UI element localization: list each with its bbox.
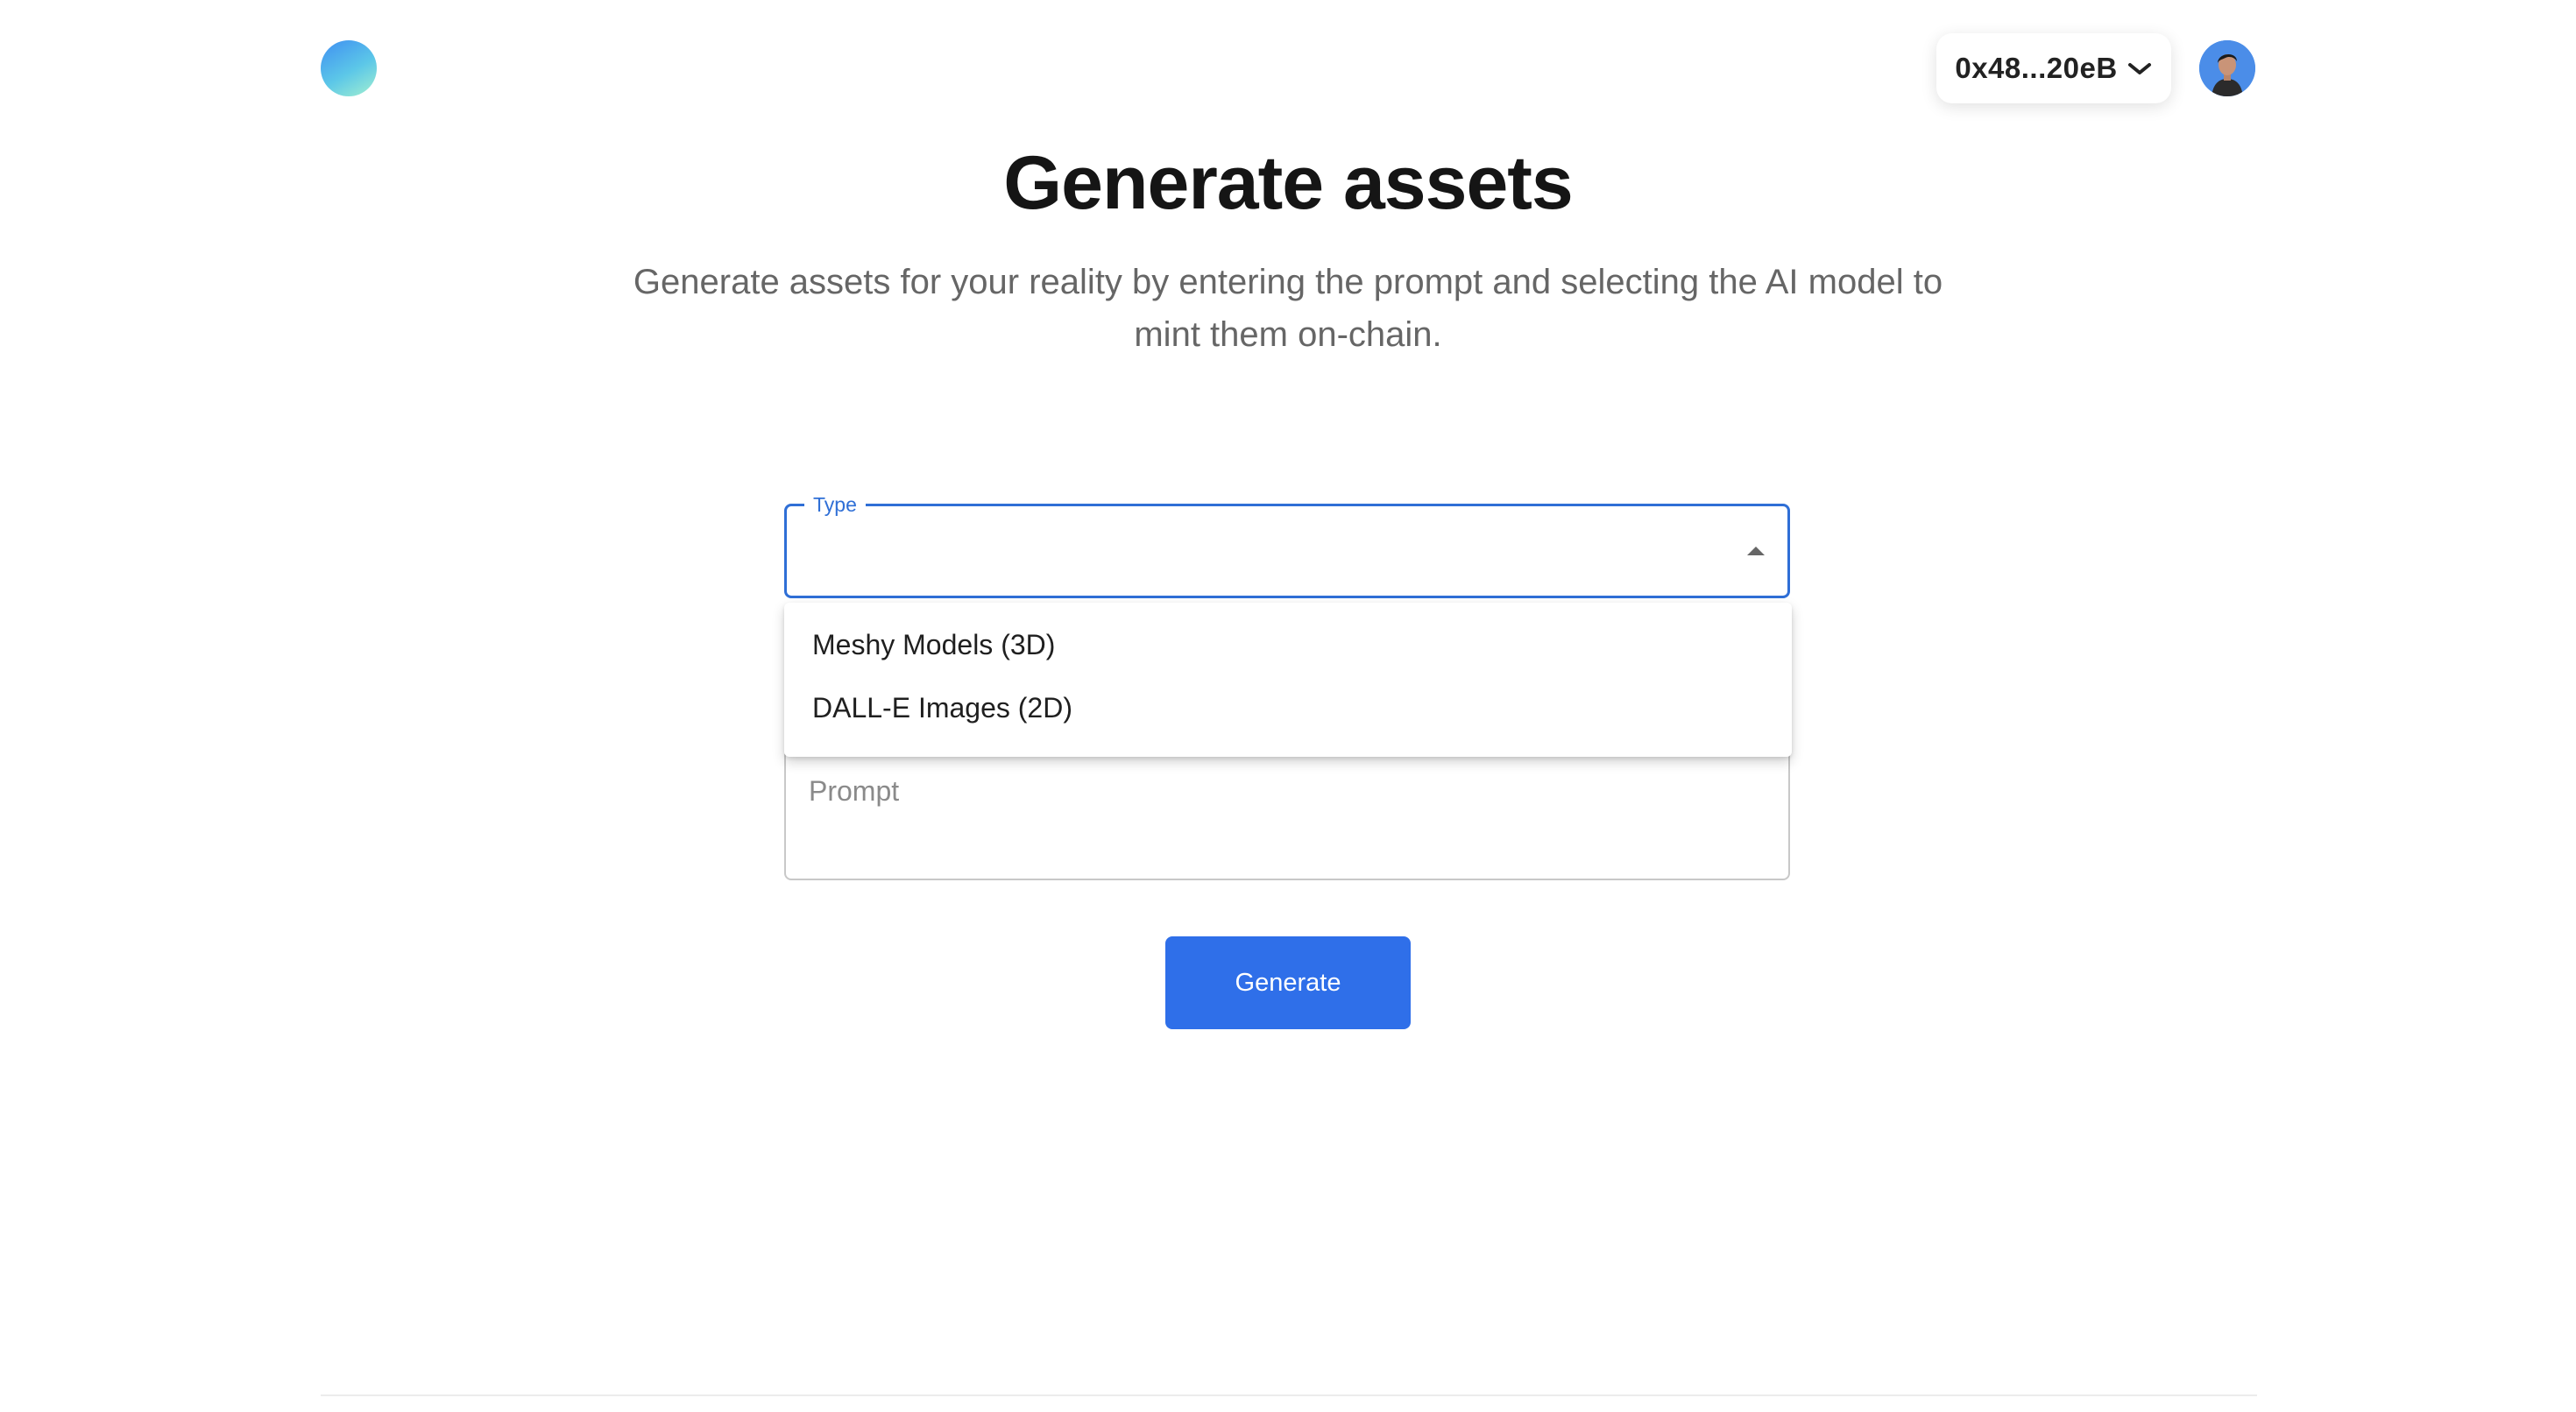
wallet-address: 0x48...20eB: [1955, 52, 2118, 84]
page: 0x48...20eB Generate assets Generate ass…: [0, 0, 2576, 1412]
menu-item-meshy-models[interactable]: Meshy Models (3D): [784, 613, 1792, 676]
prompt-input[interactable]: Prompt: [784, 749, 1790, 880]
user-avatar[interactable]: [2199, 40, 2255, 96]
logo-icon[interactable]: [321, 40, 377, 96]
avatar-portrait-icon: [2199, 40, 2255, 96]
generate-button[interactable]: Generate: [1165, 936, 1411, 1029]
type-select-label: Type: [804, 492, 866, 517]
type-dropdown-menu: Meshy Models (3D) DALL-E Images (2D): [784, 603, 1792, 757]
wallet-button[interactable]: 0x48...20eB: [1936, 33, 2171, 103]
menu-item-dalle-images[interactable]: DALL-E Images (2D): [784, 676, 1792, 739]
type-select[interactable]: Type: [784, 492, 1790, 598]
footer-divider: [321, 1394, 2257, 1396]
page-subtitle: Generate assets for your reality by ente…: [633, 263, 1943, 354]
chevron-down-icon: [2127, 60, 2153, 77]
prompt-placeholder: Prompt: [809, 775, 900, 807]
caret-up-icon: [1747, 547, 1765, 555]
page-title: Generate assets: [1003, 141, 1574, 225]
